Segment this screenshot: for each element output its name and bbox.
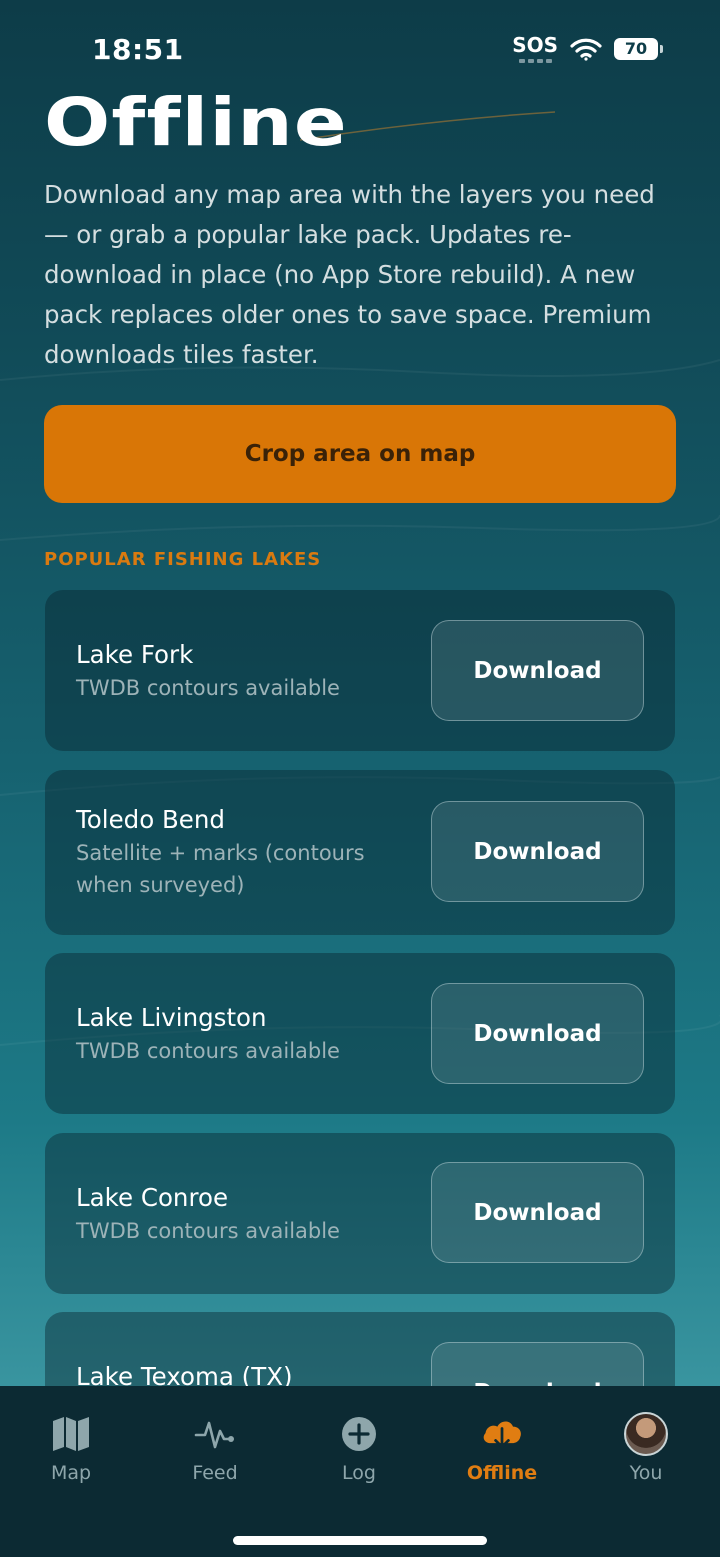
lake-card-toledo-bend: Toledo Bend Satellite + marks (contours …: [45, 770, 675, 935]
tab-label: Offline: [466, 1462, 538, 1484]
download-button-lake-livingston[interactable]: Download: [431, 983, 644, 1084]
tab-feed[interactable]: Feed: [155, 1412, 275, 1492]
download-button-lake-fork[interactable]: Download: [431, 620, 644, 721]
tab-map[interactable]: Map: [11, 1412, 131, 1492]
download-button-toledo-bend[interactable]: Download: [431, 801, 644, 902]
lake-card-lake-livingston: Lake Livingston TWDB contours available …: [45, 953, 675, 1114]
signal-bars-icon: [518, 59, 552, 63]
tab-label: Map: [50, 1462, 92, 1484]
home-indicator: [233, 1536, 487, 1545]
download-button-lake-conroe[interactable]: Download: [431, 1162, 644, 1263]
tab-bar: Map Feed Log Offline You: [0, 1386, 720, 1557]
plus-circle-icon: [337, 1412, 381, 1456]
lake-card-lake-conroe: Lake Conroe TWDB contours available Down…: [45, 1133, 675, 1294]
avatar: [624, 1412, 668, 1456]
section-label-popular-lakes: POPULAR FISHING LAKES: [44, 549, 322, 570]
status-time: 18:51: [92, 33, 184, 66]
tab-label: Feed: [192, 1462, 238, 1484]
page-title: Offline: [44, 84, 348, 161]
lake-name: Lake Livingston: [76, 1003, 267, 1032]
lake-name: Toledo Bend: [76, 805, 225, 834]
sos-label: SOS: [512, 33, 558, 57]
page-description: Download any map area with the layers yo…: [44, 180, 655, 369]
tab-offline[interactable]: Offline: [442, 1412, 562, 1492]
battery-level: 70: [624, 39, 648, 58]
status-indicators: SOS 70: [512, 34, 663, 63]
lake-subtitle: TWDB contours available: [76, 676, 340, 700]
lake-subtitle: TWDB contours available: [76, 1219, 340, 1243]
tab-label: You: [629, 1462, 663, 1484]
lake-card-lake-fork: Lake Fork TWDB contours available Downlo…: [45, 590, 675, 751]
sos-indicator: SOS: [512, 34, 558, 63]
activity-icon: [193, 1412, 237, 1456]
crop-area-button[interactable]: Crop area on map: [44, 405, 676, 503]
lake-name: Lake Conroe: [76, 1183, 229, 1212]
lake-subtitle: Satellite + marks (contours when surveye…: [76, 841, 365, 897]
lake-subtitle: TWDB contours available: [76, 1039, 340, 1063]
tab-log[interactable]: Log: [299, 1412, 419, 1492]
lake-name: Lake Fork: [76, 640, 194, 669]
map-icon: [49, 1412, 93, 1456]
battery-icon: 70: [614, 37, 663, 60]
cloud-download-icon: [480, 1412, 524, 1456]
wifi-icon: [570, 38, 602, 61]
tab-label: Log: [342, 1462, 376, 1484]
tab-you[interactable]: You: [586, 1412, 706, 1492]
